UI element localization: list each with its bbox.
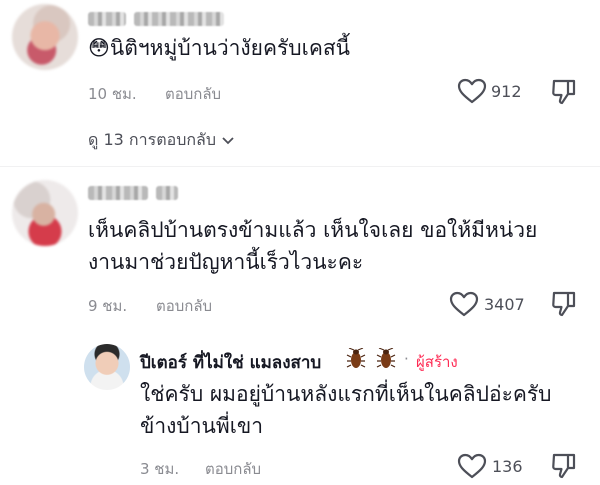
thumbs-down-icon[interactable] <box>551 78 577 106</box>
reply-button[interactable]: ตอบกลับ <box>205 457 261 481</box>
commenter-username-blurred[interactable] <box>88 12 126 26</box>
reply-text-line-2: ข้างบ้านพี่เขา <box>140 414 264 438</box>
comment-time: 10 ชม. <box>88 85 137 103</box>
reply-button[interactable]: ตอบกลับ <box>156 294 212 318</box>
thumbs-down-icon[interactable] <box>551 290 577 318</box>
comment-text: 😳นิติฯหมู่บ้านว่างัยครับเคสนี้ <box>88 36 351 60</box>
heart-outline-icon[interactable] <box>457 453 487 479</box>
like-count: 912 <box>491 82 522 101</box>
like-count: 136 <box>492 457 523 476</box>
commenter-username-blurred[interactable] <box>88 186 148 200</box>
chevron-down-icon <box>221 131 235 150</box>
cockroach-emoji <box>376 347 396 374</box>
reply-button[interactable]: ตอบกลับ <box>165 82 221 106</box>
reply-text-line-1: ใช่ครับ ผมอยู่บ้านหลังแรกที่เห็นในคลิปอ่… <box>140 382 552 406</box>
creator-avatar[interactable] <box>84 344 130 390</box>
view-replies-label: ดู 13 การตอบกลับ <box>88 130 216 149</box>
comment-text-line-1: เห็นคลิปบ้านตรงข้ามแล้ว เห็นใจเลย ขอให้ม… <box>88 218 538 242</box>
cockroach-emoji <box>346 347 366 374</box>
commenter-username-blurred-2[interactable] <box>134 12 224 26</box>
thumbs-down-icon[interactable] <box>551 452 577 480</box>
view-replies-button[interactable]: ดู 13 การตอบกลับ <box>88 128 235 153</box>
creator-username[interactable]: ปีเตอร์ ที่ไม่ใช่ แมลงสาบ <box>140 349 321 376</box>
comment-text-line-2: งานมาช่วยปัญหานี้เร็วไวนะคะ <box>88 250 364 274</box>
heart-outline-icon[interactable] <box>457 78 487 104</box>
divider <box>0 166 600 167</box>
separator-dot: · <box>404 350 409 368</box>
commenter-avatar[interactable] <box>12 4 78 70</box>
like-count: 3407 <box>484 295 525 314</box>
reply-time: 3 ชม. <box>140 460 180 478</box>
comment-time: 9 ชม. <box>88 297 128 315</box>
commenter-avatar[interactable] <box>12 180 78 246</box>
heart-outline-icon[interactable] <box>449 291 479 317</box>
commenter-username-blurred-2[interactable] <box>156 186 178 200</box>
creator-badge: ผู้สร้าง <box>416 353 458 371</box>
